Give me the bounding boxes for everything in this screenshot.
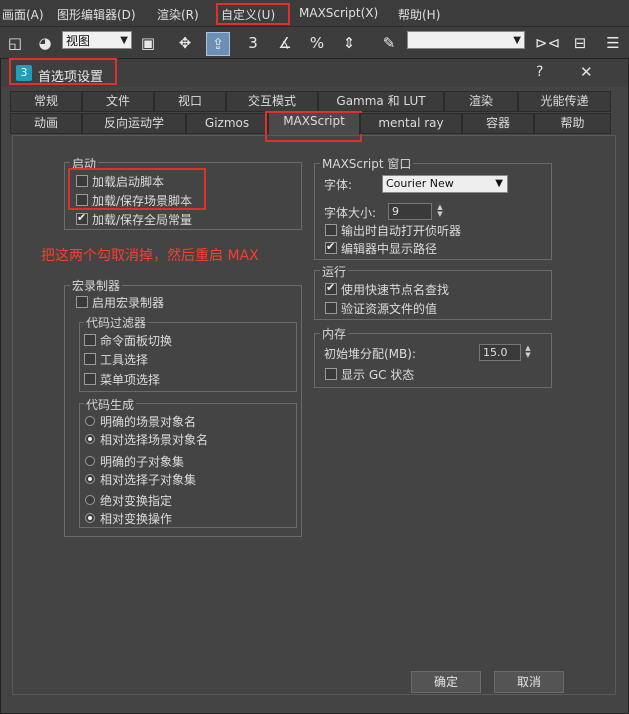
percent-snap-icon[interactable]: % (306, 32, 328, 54)
heap-input[interactable]: 15.0 (479, 344, 521, 361)
tab-animation[interactable]: 动画 (10, 113, 82, 134)
tab-gizmos[interactable]: Gizmos (186, 113, 268, 134)
chevron-down-icon: ▼ (513, 35, 521, 46)
close-button[interactable]: ✕ (580, 63, 593, 81)
relative-transform-label: 相对变换操作 (100, 512, 173, 526)
absolute-transform-radio[interactable] (85, 495, 95, 505)
layer-manager-icon[interactable]: ☰ (602, 32, 624, 54)
font-value: Courier New (386, 177, 454, 190)
enable-macro-recorder-checkbox[interactable] (76, 296, 88, 308)
align-icon[interactable]: ⊟ (569, 32, 591, 54)
menu-graph-editors[interactable]: 图形编辑器(D) (57, 6, 136, 23)
spinner-snap-icon[interactable]: ⇕ (338, 32, 360, 54)
font-size-input[interactable]: 9 (388, 203, 432, 220)
reference-coordinate-select[interactable]: 视图 ▼ (62, 31, 132, 49)
font-size-spinner-icon[interactable]: ▲ ▼ (435, 204, 445, 219)
mirror-icon[interactable]: ⊳⊲ (535, 32, 560, 54)
tab-interaction-mode[interactable]: 交互模式 (226, 91, 318, 112)
pivot-icon[interactable]: ▣ (137, 32, 159, 54)
tab-files[interactable]: 文件 (82, 91, 154, 112)
tab-containers[interactable]: 容器 (462, 113, 534, 134)
snap-toggle-icon[interactable]: 3 (242, 32, 264, 54)
chevron-down-icon: ▼ (120, 35, 128, 46)
show-gc-label: 显示 GC 状态 (341, 368, 415, 382)
cancel-button[interactable]: 取消 (494, 671, 564, 693)
angle-snap-icon[interactable]: ∡ (274, 32, 296, 54)
filter-menu-item-checkbox[interactable] (84, 373, 96, 385)
explicit-subobject-label: 明确的子对象集 (100, 455, 185, 469)
load-save-globals-checkbox[interactable] (76, 211, 88, 225)
maxscript-window-title: MAXScript 窗口 (320, 155, 414, 172)
fast-node-lookup-label: 使用快速节点名查找 (341, 283, 450, 297)
auto-open-listener-label: 输出时自动打开侦听器 (341, 224, 462, 238)
menu-help[interactable]: 帮助(H) (398, 6, 440, 23)
font-select[interactable]: Courier New ▼ (382, 175, 508, 193)
tab-viewports[interactable]: 视口 (154, 91, 226, 112)
highlight-customize-menu (216, 3, 290, 25)
relative-subobject-label: 相对选择子对象集 (100, 473, 197, 487)
heap-label: 初始堆分配(MB): (324, 347, 416, 361)
percent-label: % (309, 34, 325, 52)
heap-spinner-icon[interactable]: ▲ ▼ (523, 345, 533, 360)
explicit-subobject-radio[interactable] (85, 456, 95, 466)
named-selection-set-select[interactable]: ▼ (407, 31, 525, 49)
filter-command-panel-label: 命令面板切换 (100, 334, 173, 348)
relative-transform-radio[interactable] (85, 513, 95, 523)
relative-scene-names-label: 相对选择场景对象名 (100, 433, 209, 447)
code-filter-title: 代码过滤器 (84, 314, 149, 331)
chevron-down-icon: ▼ (495, 178, 503, 189)
absolute-transform-label: 绝对变换指定 (100, 494, 173, 508)
snap-label: 3 (248, 34, 258, 52)
explicit-scene-names-label: 明确的场景对象名 (100, 415, 197, 429)
enable-macro-recorder-label: 启用宏录制器 (92, 296, 165, 310)
menu-maxscript[interactable]: MAXScript(X) (299, 6, 378, 20)
menu-rendering[interactable]: 渲染(R) (157, 6, 199, 23)
tab-general[interactable]: 常规 (10, 91, 82, 112)
select-region-icon[interactable]: ◱ (4, 32, 26, 54)
fast-node-lookup-checkbox[interactable] (325, 281, 337, 295)
auto-open-listener-checkbox[interactable] (325, 224, 337, 236)
run-group-title: 运行 (320, 263, 349, 280)
tab-gamma-lut[interactable]: Gamma 和 LUT (318, 91, 444, 112)
font-size-label: 字体大小: (324, 206, 377, 220)
tab-rendering[interactable]: 渲染 (444, 91, 518, 112)
relative-scene-names-radio[interactable] (85, 434, 95, 444)
relative-subobject-radio[interactable] (85, 474, 95, 484)
highlight-startup-checkboxes (68, 168, 206, 210)
view-select-value: 视图 (66, 34, 91, 48)
move-gizmo-icon[interactable]: ✥ (174, 32, 196, 54)
filter-menu-item-label: 菜单项选择 (100, 373, 161, 387)
memory-group-title: 内存 (320, 325, 349, 342)
filter-command-panel-checkbox[interactable] (84, 334, 96, 346)
verify-resource-checkbox[interactable] (325, 302, 337, 314)
tab-help[interactable]: 帮助 (534, 113, 611, 134)
tab-mental-ray[interactable]: mental ray (360, 113, 462, 134)
menu-animation[interactable]: 画面(A) (2, 6, 44, 23)
explicit-scene-names-radio[interactable] (85, 416, 95, 426)
show-path-label: 编辑器中显示路径 (341, 242, 438, 256)
annotation-text: 把这两个勾取消掉，然后重启 MAX (41, 248, 259, 264)
filter-tool-selection-checkbox[interactable] (84, 353, 96, 365)
ok-button[interactable]: 确定 (411, 671, 481, 693)
tab-inverse-kinematics[interactable]: 反向运动学 (82, 113, 186, 134)
highlight-dialog-title (9, 58, 117, 85)
show-path-checkbox[interactable] (325, 240, 337, 254)
show-gc-checkbox[interactable] (325, 368, 337, 380)
edit-named-selection-icon[interactable]: ✎ (378, 32, 400, 54)
keyboard-shortcut-override-icon[interactable]: ⇪ (206, 32, 230, 56)
macro-recorder-title: 宏录制器 (70, 277, 123, 294)
verify-resource-label: 验证资源文件的值 (341, 302, 438, 316)
load-save-globals-label: 加载/保存全局常量 (92, 213, 193, 227)
font-label: 字体: (324, 178, 353, 192)
filter-tool-selection-label: 工具选择 (100, 353, 149, 367)
help-button[interactable]: ? (536, 64, 543, 80)
code-generation-title: 代码生成 (84, 396, 137, 413)
teapot-icon[interactable]: ◕ (34, 32, 56, 54)
tab-radiosity[interactable]: 光能传递 (518, 91, 611, 112)
